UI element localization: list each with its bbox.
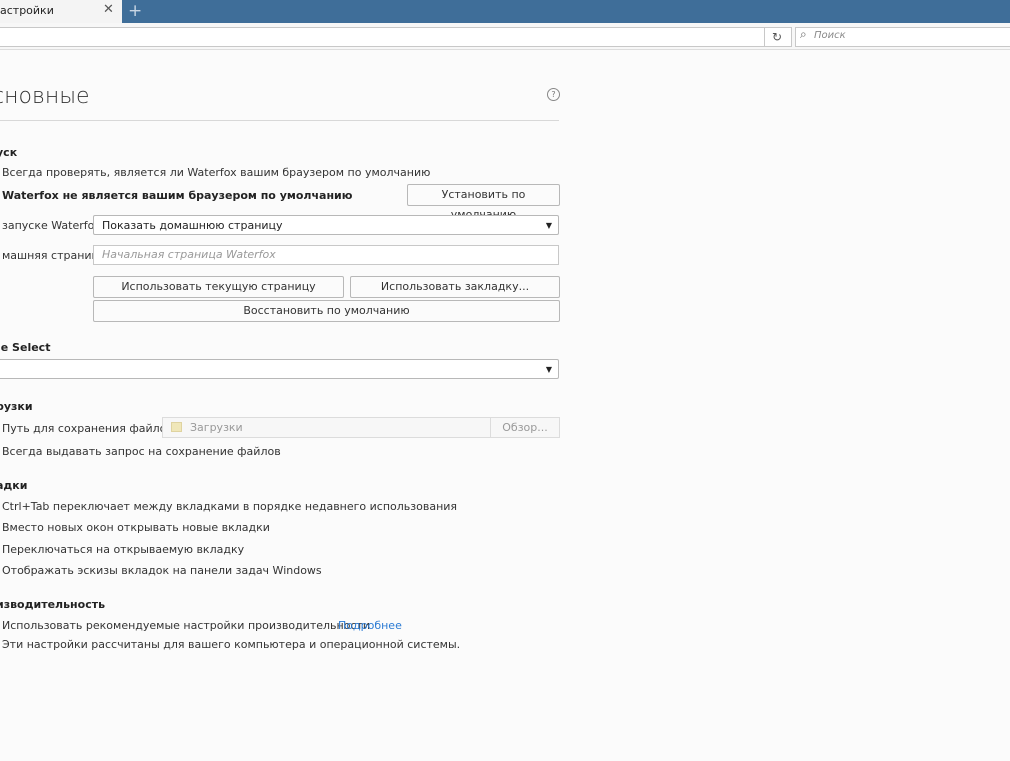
not-default-text: Waterfox не является вашим браузером по … (2, 189, 353, 202)
url-input[interactable]: ↻ (0, 27, 792, 47)
search-placeholder: Поиск (814, 30, 846, 41)
search-input[interactable]: ⌕ Поиск (795, 27, 1010, 47)
divider (0, 120, 559, 121)
taskbar-previews-checkbox[interactable]: Отображать эскизы вкладок на панели зада… (2, 564, 322, 577)
new-tab-icon[interactable]: + (128, 0, 142, 23)
learn-more-link[interactable]: Подробнее (338, 619, 402, 632)
tabs-heading: адки (0, 479, 28, 492)
switch-to-tab-checkbox[interactable]: Переключаться на открываемую вкладку (2, 543, 244, 556)
startup-heading: уск (0, 146, 18, 159)
folder-icon (171, 422, 182, 432)
close-icon[interactable]: ✕ (103, 2, 114, 17)
recommended-settings-checkbox[interactable]: Использовать рекомендуемые настройки про… (2, 619, 370, 632)
help-icon[interactable]: ? (547, 88, 560, 101)
always-ask-radio[interactable]: Всегда выдавать запрос на сохранение фай… (2, 445, 281, 458)
always-check-checkbox[interactable]: Всегда проверять, является ли Waterfox в… (2, 166, 430, 179)
downloads-heading: рузки (0, 400, 33, 413)
search-icon: ⌕ (800, 27, 807, 41)
page-title: сновные (0, 84, 90, 109)
tab-title: астройки (0, 4, 54, 17)
performance-heading: изводительность (0, 598, 106, 611)
use-bookmark-button[interactable]: Использовать закладку... (350, 276, 560, 298)
homepage-input[interactable]: Начальная страница Waterfox (93, 245, 559, 265)
locale-select[interactable]: ▼ (0, 359, 559, 379)
title-bar (0, 0, 1010, 23)
save-path-radio[interactable]: Путь для сохранения файлов (2, 422, 173, 435)
set-default-button[interactable]: Установить по умолчанию (407, 184, 560, 221)
on-launch-select[interactable]: Показать домашнюю страницу ▼ (93, 215, 559, 235)
chevron-down-icon: ▼ (545, 365, 552, 374)
locale-select-heading: le Select (0, 341, 51, 354)
performance-note: Эти настройки рассчитаны для вашего комп… (2, 638, 461, 651)
chevron-down-icon: ▼ (545, 221, 552, 230)
ctrl-tab-checkbox[interactable]: Ctrl+Tab переключает между вкладками в п… (2, 500, 457, 513)
reload-icon[interactable]: ↻ (764, 28, 789, 46)
tab-settings[interactable]: астройки ✕ (0, 0, 122, 23)
restore-default-button[interactable]: Восстановить по умолчанию (93, 300, 560, 322)
on-launch-label: запуске Waterfox: (2, 219, 105, 232)
nav-bar: ↻ ⌕ Поиск (0, 23, 1010, 50)
open-new-tabs-checkbox[interactable]: Вместо новых окон открывать новые вкладк… (2, 521, 270, 534)
on-launch-value: Показать домашнюю страницу (102, 219, 283, 232)
use-current-page-button[interactable]: Использовать текущую страницу (93, 276, 344, 298)
homepage-placeholder: Начальная страница Waterfox (102, 248, 276, 261)
download-folder-value: Загрузки (190, 421, 243, 434)
download-folder-field: Загрузки Обзор... (162, 417, 560, 438)
browse-button[interactable]: Обзор... (490, 418, 559, 437)
